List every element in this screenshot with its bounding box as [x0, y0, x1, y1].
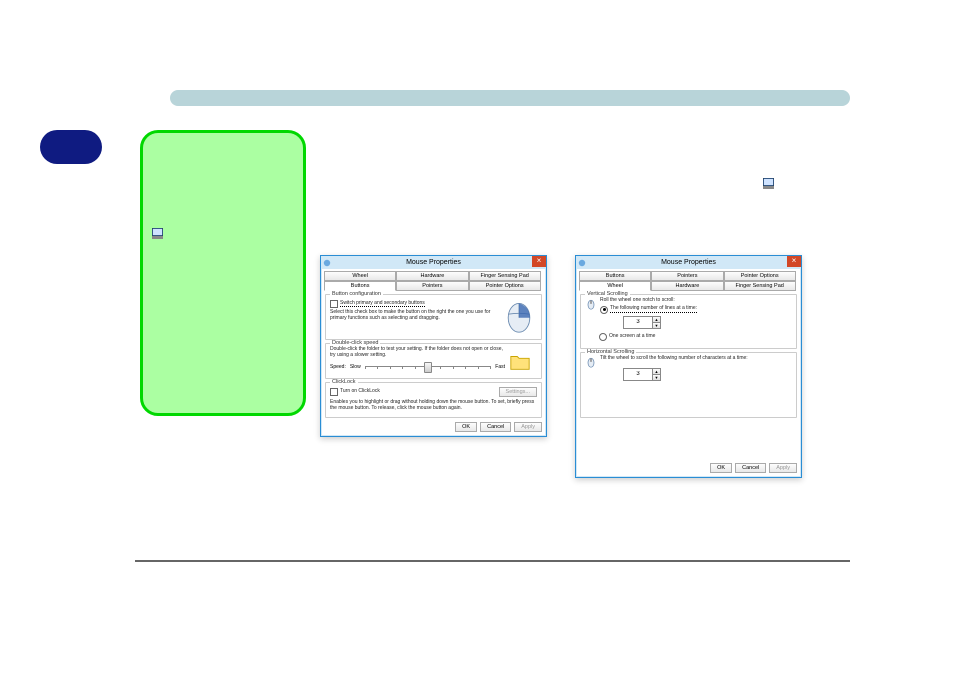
group-horizontal-scroll: Horizontal Scrolling Tilt the wheel to s…	[580, 352, 797, 418]
cancel-button[interactable]: Cancel	[480, 422, 511, 432]
dialog-icon	[323, 259, 331, 267]
tab-hardware[interactable]: Hardware	[651, 281, 723, 291]
decorative-bar	[170, 90, 850, 106]
apply-button: Apply	[769, 463, 797, 473]
divider	[135, 560, 850, 562]
tab-fsp[interactable]: Finger Sensing Pad	[724, 281, 796, 291]
mouse-icon	[501, 298, 537, 334]
hscroll-line: Tilt the wheel to scroll the following n…	[585, 356, 792, 362]
group-title: Vertical Scrolling	[585, 291, 630, 297]
lines-input[interactable]	[624, 317, 652, 328]
folder-icon	[509, 351, 531, 373]
ok-button[interactable]: OK	[455, 422, 477, 432]
tab-buttons[interactable]: Buttons	[324, 281, 396, 291]
lines-radio-label: The following number of lines at a time:	[610, 306, 697, 313]
switch-buttons-checkbox[interactable]	[330, 300, 338, 308]
properties-icon	[152, 228, 163, 239]
dialog-icon	[578, 259, 586, 267]
side-pill	[40, 130, 102, 164]
speed-slider[interactable]	[365, 366, 492, 373]
spin-down[interactable]: ▼	[652, 375, 660, 380]
chars-spinner[interactable]: ▲ ▼	[623, 368, 661, 381]
spin-down[interactable]: ▼	[652, 323, 660, 328]
group-doubleclick: Double-click speed Double-click the fold…	[325, 343, 542, 379]
close-button[interactable]: ×	[532, 256, 546, 267]
doubleclick-desc: Double-click the folder to test your set…	[330, 347, 537, 359]
group-clicklock: ClickLock Turn on ClickLock Settings... …	[325, 382, 542, 418]
group-vertical-scroll: Vertical Scrolling Roll the wheel one no…	[580, 294, 797, 349]
group-title: ClickLock	[330, 379, 358, 385]
mouse-properties-dialog-wheel: Mouse Properties × Buttons Pointers Poin…	[575, 255, 802, 478]
slider-thumb[interactable]	[424, 362, 432, 373]
tab-pointer-options[interactable]: Pointer Options	[724, 271, 796, 281]
clicklock-desc: Enables you to highlight or drag without…	[330, 400, 537, 412]
tab-pointers[interactable]: Pointers	[651, 271, 723, 281]
vscroll-line: Roll the wheel one notch to scroll:	[585, 298, 792, 304]
screen-radio[interactable]	[599, 333, 607, 341]
lines-radio[interactable]	[600, 306, 608, 314]
tab-wheel[interactable]: Wheel	[579, 281, 651, 291]
clicklock-label: Turn on ClickLock	[340, 389, 380, 395]
apply-button: Apply	[514, 422, 542, 432]
wheel-icon	[585, 298, 597, 310]
clicklock-checkbox[interactable]	[330, 388, 338, 396]
tab-strip: Wheel Hardware Finger Sensing Pad Button…	[324, 271, 543, 291]
dialog-title: Mouse Properties	[661, 259, 716, 266]
tab-buttons[interactable]: Buttons	[579, 271, 651, 281]
highlight-box	[140, 130, 306, 416]
tab-hardware[interactable]: Hardware	[396, 271, 468, 281]
group-title: Horizontal Scrolling	[585, 349, 636, 355]
speed-label: Speed:	[330, 364, 346, 370]
close-button[interactable]: ×	[787, 256, 801, 267]
switch-buttons-label: Switch primary and secondary buttons	[340, 301, 425, 308]
wheel-icon	[585, 356, 597, 368]
fast-label: Fast	[495, 364, 505, 370]
tab-wheel[interactable]: Wheel	[324, 271, 396, 281]
group-title: Button configuration	[330, 291, 383, 297]
title-bar: Mouse Properties ×	[576, 256, 801, 269]
ok-button[interactable]: OK	[710, 463, 732, 473]
title-bar: Mouse Properties ×	[321, 256, 546, 269]
dialog-title: Mouse Properties	[406, 259, 461, 266]
tab-fsp[interactable]: Finger Sensing Pad	[469, 271, 541, 281]
group-button-config: Button configuration Switch primary and …	[325, 294, 542, 340]
slow-label: Slow	[350, 364, 361, 370]
screen-radio-label: One screen at a time	[609, 334, 655, 340]
chars-input[interactable]	[624, 369, 652, 380]
lines-spinner[interactable]: ▲ ▼	[623, 316, 661, 329]
tab-pointer-options[interactable]: Pointer Options	[469, 281, 541, 291]
cancel-button[interactable]: Cancel	[735, 463, 766, 473]
properties-icon	[763, 178, 774, 189]
tab-pointers[interactable]: Pointers	[396, 281, 468, 291]
mouse-properties-dialog-buttons: Mouse Properties × Wheel Hardware Finger…	[320, 255, 547, 437]
tab-strip: Buttons Pointers Pointer Options Wheel H…	[579, 271, 798, 291]
group-title: Double-click speed	[330, 340, 380, 346]
clicklock-settings-button: Settings...	[499, 387, 537, 397]
